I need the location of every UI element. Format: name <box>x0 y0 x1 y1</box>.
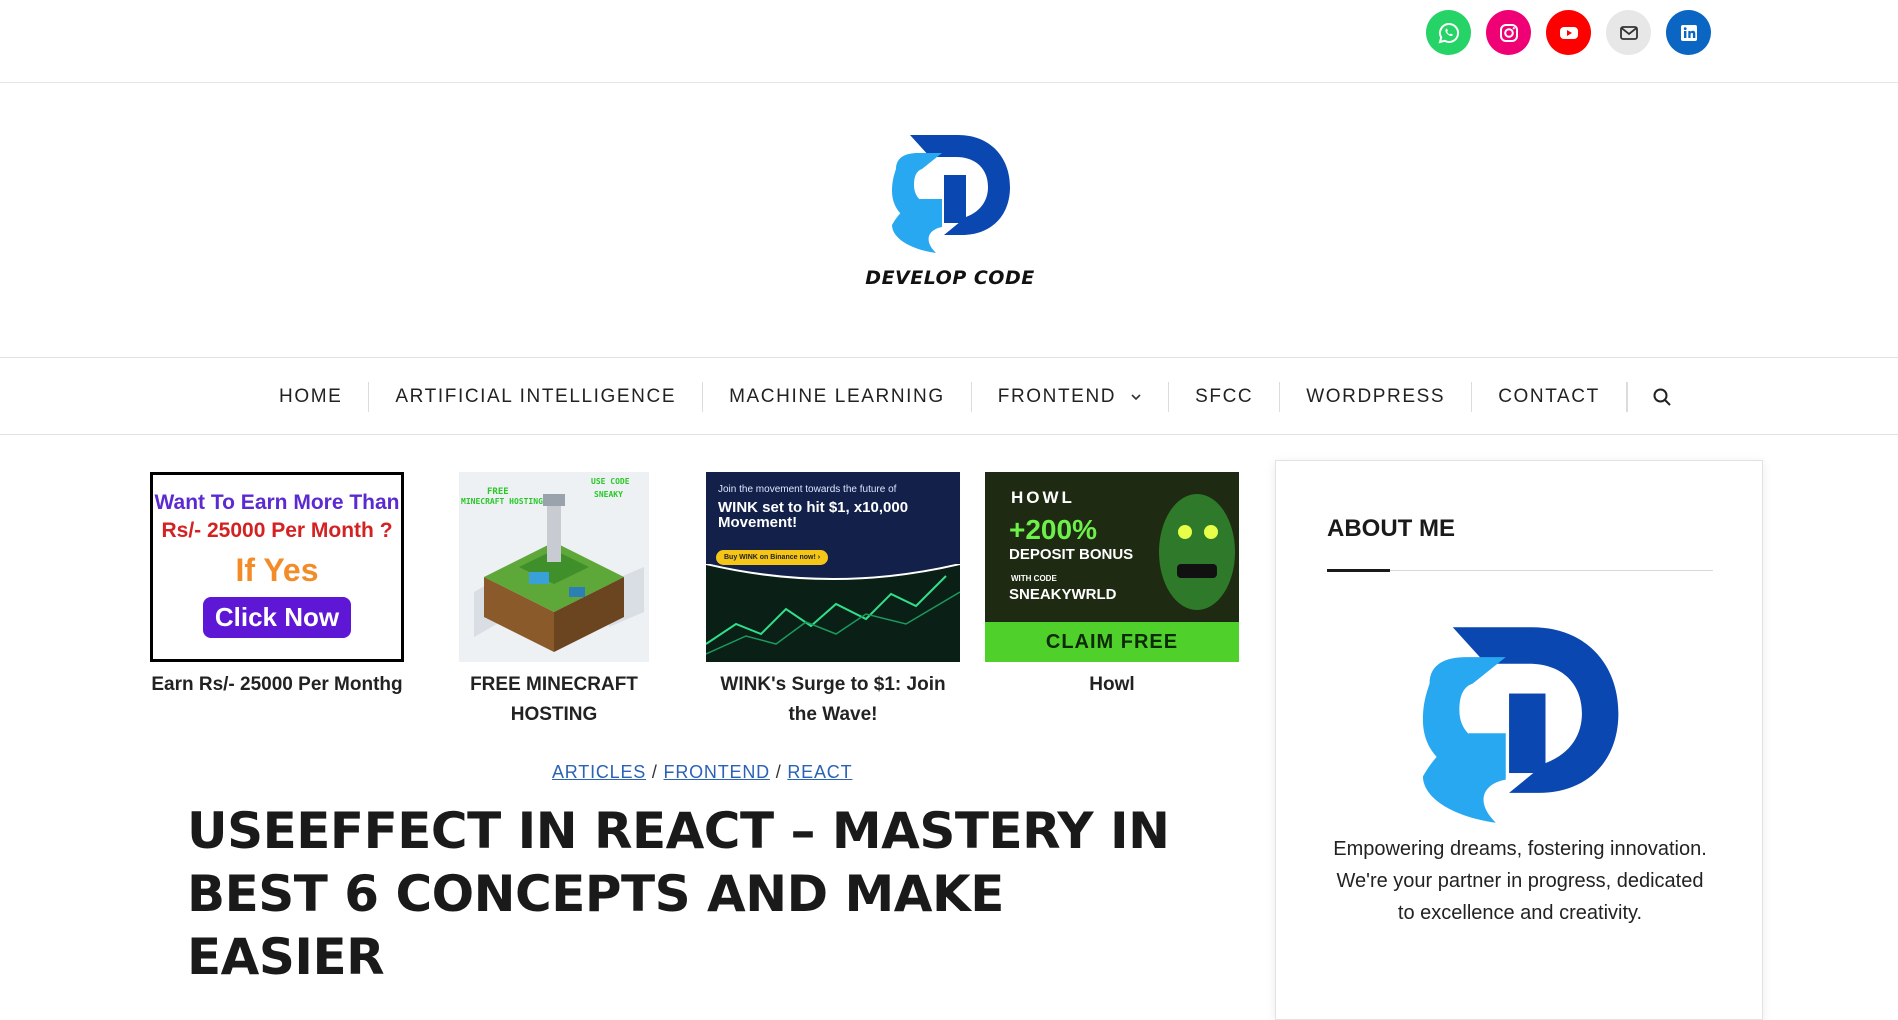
sidebar-about-widget: ABOUT ME Empowering dreams, fostering in… <box>1275 460 1763 1020</box>
nav-ai-label: ARTIFICIAL INTELLIGENCE <box>395 386 677 407</box>
breadcrumb-frontend[interactable]: FRONTEND <box>664 762 770 782</box>
nav-wordpress[interactable]: WORDPRESS <box>1280 382 1473 412</box>
mail-icon <box>1619 25 1638 40</box>
ad-card[interactable]: HOWL +200% DEPOSIT BONUS WITH CODE SNEAK… <box>985 472 1239 700</box>
ad-image-wink[interactable]: Join the movement towards the future of … <box>706 472 960 662</box>
ad-subheadline: Rs/- 25000 Per Month ? <box>161 519 393 542</box>
ad-wink-chart-graphic <box>706 564 960 662</box>
ad-card[interactable]: FREE MINECRAFT HOSTING USE CODE SNEAKY F… <box>433 472 675 730</box>
nav-contact-label: CONTACT <box>1498 386 1600 407</box>
ad-howl-claim-button[interactable]: CLAIM FREE <box>985 622 1239 662</box>
linkedin-icon <box>1680 24 1697 41</box>
ad-if-yes: If Yes <box>235 552 319 588</box>
ad-click-now-button[interactable]: Click Now <box>202 597 352 638</box>
breadcrumb-separator: / <box>651 762 664 782</box>
ad-howl-mascot <box>1159 494 1235 610</box>
article-title: USEEFFECT IN REACT – MASTERY IN BEST 6 C… <box>187 802 1170 986</box>
ad-card[interactable]: Join the movement towards the future of … <box>706 472 960 730</box>
nav-artificial-intelligence[interactable]: ARTIFICIAL INTELLIGENCE <box>369 382 704 412</box>
breadcrumb-react[interactable]: REACT <box>787 762 852 782</box>
chevron-down-icon <box>1131 394 1141 401</box>
ad-howl-brand: HOWL <box>1011 488 1075 507</box>
minecraft-island-image: FREE MINECRAFT HOSTING USE CODE SNEAKY <box>459 472 649 662</box>
svg-text:USE CODE: USE CODE <box>591 477 630 486</box>
youtube-icon <box>1559 26 1578 39</box>
youtube-link[interactable] <box>1546 10 1591 55</box>
whatsapp-link[interactable] <box>1426 10 1471 55</box>
svg-text:MINECRAFT HOSTING: MINECRAFT HOSTING <box>461 497 543 506</box>
instagram-link[interactable] <box>1486 10 1531 55</box>
nav-sfcc-label: SFCC <box>1195 386 1254 407</box>
ad-image-howl[interactable]: HOWL +200% DEPOSIT BONUS WITH CODE SNEAK… <box>985 472 1239 662</box>
nav-frontend[interactable]: FRONTEND <box>972 382 1170 412</box>
main-navigation: HOME ARTIFICIAL INTELLIGENCE MACHINE LEA… <box>0 359 1898 435</box>
linkedin-link[interactable] <box>1666 10 1711 55</box>
ad-howl-code: SNEAKYWRLD <box>1009 586 1117 603</box>
ad-image-minecraft[interactable]: FREE MINECRAFT HOSTING USE CODE SNEAKY <box>459 472 649 662</box>
whatsapp-icon <box>1438 22 1459 43</box>
nav-wordpress-label: WORDPRESS <box>1306 386 1446 407</box>
about-logo <box>1422 627 1619 823</box>
breadcrumb-articles[interactable]: ARTICLES <box>552 762 646 782</box>
nav-contact[interactable]: CONTACT <box>1472 382 1627 412</box>
widget-divider-accent <box>1327 569 1390 572</box>
ad-caption[interactable]: WINK's Surge to $1: Join the Wave! <box>706 670 960 730</box>
ad-wink-button[interactable]: Buy WINK on Binance now! › <box>716 550 829 565</box>
search-icon <box>1653 388 1671 406</box>
ad-wink-headline: WINK set to hit $1, x10,000 Movement! <box>718 499 909 531</box>
breadcrumb: ARTICLES / FRONTEND / REACT <box>552 762 852 783</box>
nav-search-button[interactable] <box>1626 382 1672 412</box>
svg-text:SNEAKY: SNEAKY <box>594 490 623 499</box>
nav-home[interactable]: HOME <box>253 382 370 412</box>
nav-home-label: HOME <box>279 386 343 407</box>
nav-frontend-label: FRONTEND <box>997 386 1117 407</box>
site-title[interactable]: DEVELOP CODE <box>800 267 1100 289</box>
svg-text:FREE: FREE <box>487 487 509 497</box>
ad-howl-deposit: DEPOSIT BONUS <box>1009 546 1134 563</box>
instagram-icon <box>1499 23 1518 42</box>
site-logo[interactable] <box>886 135 1014 253</box>
social-links <box>1426 10 1711 55</box>
about-text: Empowering dreams, fostering innovation.… <box>1333 838 1707 924</box>
breadcrumb-separator: / <box>775 762 788 782</box>
nav-ml-label: MACHINE LEARNING <box>729 386 945 407</box>
nav-sfcc[interactable]: SFCC <box>1169 382 1281 412</box>
ad-howl-bonus: +200% <box>1009 514 1097 545</box>
ad-wink-intro: Join the movement towards the future of <box>718 484 897 495</box>
nav-machine-learning[interactable]: MACHINE LEARNING <box>703 382 972 412</box>
top-bar <box>0 0 1898 83</box>
ad-card[interactable]: Want To Earn More Than Rs/- 25000 Per Mo… <box>150 472 404 700</box>
ad-caption[interactable]: Earn Rs/- 25000 Per Monthg <box>150 670 404 700</box>
widget-title: ABOUT ME <box>1327 515 1455 542</box>
ad-caption[interactable]: FREE MINECRAFT HOSTING <box>433 670 675 730</box>
ad-image-earn[interactable]: Want To Earn More Than Rs/- 25000 Per Mo… <box>150 472 404 662</box>
ad-howl-with-code: WITH CODE <box>1011 574 1057 583</box>
site-branding: DEVELOP CODE <box>0 83 1898 358</box>
mail-link[interactable] <box>1606 10 1651 55</box>
ad-headline: Want To Earn More Than <box>154 491 400 514</box>
ad-caption[interactable]: Howl <box>985 670 1239 700</box>
